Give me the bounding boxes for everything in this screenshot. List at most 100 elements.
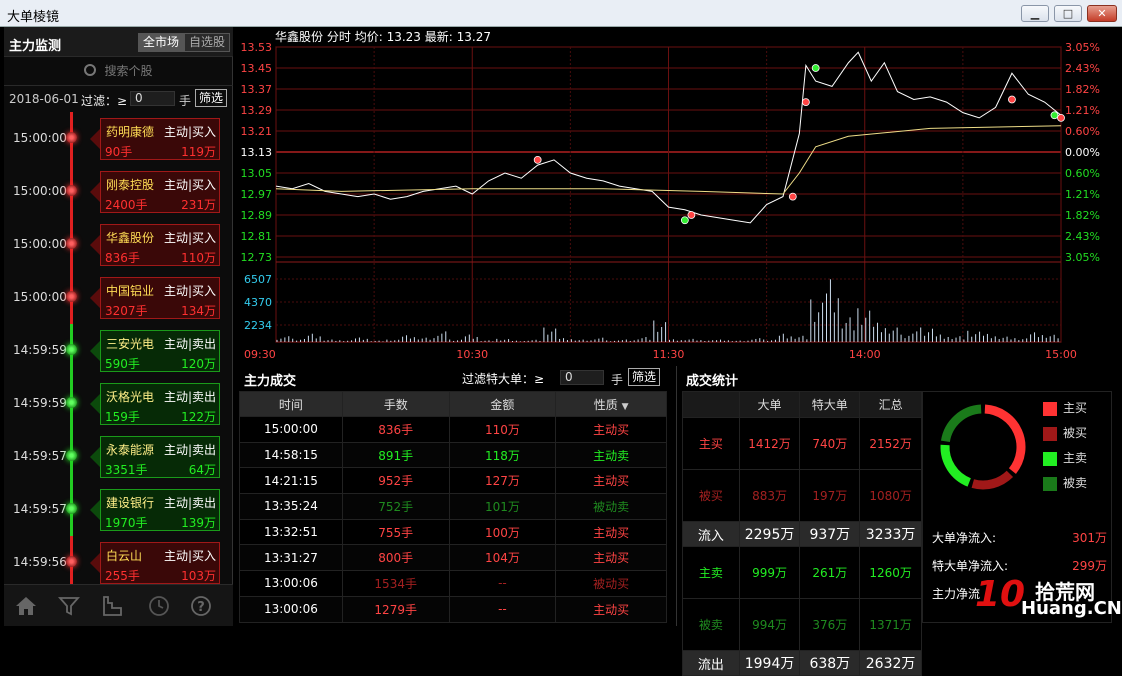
timeline-row[interactable]: 14:59:59 三安光电 主动|卖出 590手 120万: [4, 324, 233, 377]
timeline-dot: [66, 132, 77, 143]
search-placeholder: 搜索个股: [104, 64, 153, 78]
trade-amount: --: [448, 595, 557, 623]
timeline-row[interactable]: 15:00:00 药明康德 主动|买入 90手 119万: [4, 112, 233, 165]
card-pointer: [90, 182, 100, 202]
chart-canvas: 13.53 3.05% 13.45 2.43% 13.37 1.82% 13.29 1.21%…: [241, 41, 1100, 361]
card-volume: 255手: [105, 569, 140, 583]
card-volume: 2400手: [105, 198, 148, 212]
order-card[interactable]: 华鑫股份 主动|买入 836手 110万: [100, 224, 220, 266]
trade-time: 15:00:00: [239, 416, 343, 443]
buy-marker[interactable]: [1008, 95, 1016, 104]
sell-marker[interactable]: [1050, 111, 1059, 120]
col-kind[interactable]: 性质 ▼: [555, 391, 667, 417]
chart-icon[interactable]: [100, 594, 124, 618]
stats-total: 2152万: [859, 417, 922, 470]
stats-huge: 740万: [799, 417, 861, 470]
tab-all-market[interactable]: 全市场: [138, 33, 184, 52]
stats-big: 1994万: [738, 650, 801, 676]
buy-marker[interactable]: [1057, 113, 1065, 122]
order-card[interactable]: 三安光电 主动|卖出 590手 120万: [100, 330, 220, 372]
time-tick: 14:00: [849, 348, 881, 361]
timeline-row[interactable]: 14:59:57 建设银行 主动|卖出 1970手 139万: [4, 483, 233, 536]
trade-row[interactable]: 13:32:51 755手 100万 主动买: [239, 518, 667, 546]
help-icon[interactable]: ?: [189, 594, 213, 618]
order-card[interactable]: 建设银行 主动|卖出 1970手 139万: [100, 489, 220, 531]
stats-huge: 261万: [799, 546, 861, 599]
clock-icon[interactable]: [147, 594, 171, 618]
stats-col-blank: [682, 391, 740, 418]
order-card[interactable]: 白云山 主动|买入 255手 103万: [100, 542, 220, 584]
legend-swatch: [1043, 401, 1057, 416]
trade-filter-unit: 手: [611, 373, 624, 387]
stats-huge: 638万: [799, 650, 861, 676]
search-icon: [84, 64, 97, 76]
stock-search[interactable]: 搜索个股: [4, 57, 233, 86]
timeline-row[interactable]: 14:59:57 永泰能源 主动|卖出 3351手 64万: [4, 430, 233, 483]
trade-row[interactable]: 13:35:24 752手 101万 被动卖: [239, 493, 667, 520]
tab-watchlist[interactable]: 自选股: [184, 33, 230, 52]
timeline-row[interactable]: 15:00:00 刚泰控股 主动|买入 2400手 231万: [4, 165, 233, 218]
filter-button[interactable]: 筛选: [195, 89, 228, 107]
trade-row[interactable]: 13:31:27 800手 104万 主动买: [239, 544, 667, 572]
trade-time: 13:31:27: [239, 544, 343, 572]
order-card[interactable]: 中国铝业 主动|买入 3207手 134万: [100, 277, 220, 319]
pct-tick: 0.60%: [1065, 167, 1100, 180]
home-icon[interactable]: [14, 594, 38, 618]
timeline-row[interactable]: 14:59:59 沃格光电 主动|卖出 159手 122万: [4, 377, 233, 430]
legend-swatch: [1043, 451, 1057, 466]
trade-row[interactable]: 14:21:15 952手 127万 主动买: [239, 467, 667, 495]
trade-volume: 752手: [341, 493, 450, 520]
minimize-button[interactable]: ▁: [1021, 5, 1049, 22]
card-order-type: 主动|卖出: [163, 337, 216, 351]
intraday-chart[interactable]: 华鑫股份 分时 均价: 13.23 最新: 13.27 13.53 3.05% 13…: [235, 27, 1121, 363]
net-inflow-label: 大单净流入:: [932, 531, 997, 545]
trade-row[interactable]: 13:00:06 1534手 -- 被动买: [239, 570, 667, 597]
col-time[interactable]: 时间: [239, 391, 343, 417]
filter-icon[interactable]: [57, 594, 81, 618]
trade-filter-input[interactable]: 0: [560, 370, 604, 385]
trade-filter-button[interactable]: 筛选: [628, 368, 661, 386]
buy-marker[interactable]: [687, 211, 696, 219]
trade-row[interactable]: 13:00:06 1279手 -- 主动买: [239, 595, 667, 623]
timeline-row[interactable]: 15:00:00 中国铝业 主动|买入 3207手 134万: [4, 271, 233, 324]
timeline-row[interactable]: 15:00:00 华鑫股份 主动|买入 836手 110万: [4, 218, 233, 271]
sell-marker[interactable]: [680, 216, 689, 225]
trade-volume: 952手: [341, 467, 450, 495]
price-tick: 13.21: [241, 125, 273, 138]
timeline-dot: [66, 344, 77, 355]
order-card[interactable]: 沃格光电 主动|卖出 159手 122万: [100, 383, 220, 425]
trade-time: 13:00:06: [239, 595, 343, 623]
price-tick: 13.13: [241, 146, 273, 159]
buy-marker[interactable]: [533, 155, 542, 164]
col-amount[interactable]: 金额: [448, 391, 557, 417]
trade-time: 13:00:06: [239, 570, 343, 597]
timeline-row[interactable]: 14:59:56 白云山 主动|买入 255手 103万: [4, 536, 233, 584]
buy-marker[interactable]: [801, 98, 810, 107]
trade-row[interactable]: 15:00:00 836手 110万 主动买: [239, 416, 667, 443]
trade-volume: 1534手: [341, 570, 450, 597]
timeline-time: 14:59:56: [13, 555, 67, 569]
volume-tick: 4370: [244, 296, 272, 309]
close-button[interactable]: ✕: [1087, 5, 1117, 22]
card-order-type: 主动|买入: [163, 284, 216, 298]
card-pointer: [90, 394, 100, 414]
pct-tick: 0.60%: [1065, 125, 1100, 138]
filter-input[interactable]: 0: [130, 91, 175, 106]
pct-tick: 3.05%: [1065, 251, 1100, 264]
donut-slice-active-buy: [984, 404, 1026, 474]
buy-marker[interactable]: [788, 192, 797, 201]
card-stock-name: 永泰能源: [106, 443, 155, 457]
stats-total: 1080万: [859, 469, 922, 522]
trade-row[interactable]: 14:58:15 891手 118万 主动卖: [239, 441, 667, 469]
order-card[interactable]: 刚泰控股 主动|买入 2400手 231万: [100, 171, 220, 213]
timeline-time: 15:00:00: [13, 290, 67, 304]
pct-tick: 1.82%: [1065, 209, 1100, 222]
order-card[interactable]: 永泰能源 主动|卖出 3351手 64万: [100, 436, 220, 478]
card-amount: 122万: [181, 410, 216, 424]
order-card[interactable]: 药明康德 主动|买入 90手 119万: [100, 118, 220, 160]
col-volume[interactable]: 手数: [341, 391, 450, 417]
card-amount: 119万: [181, 145, 216, 159]
maximize-button[interactable]: □: [1054, 5, 1082, 22]
card-amount: 139万: [181, 516, 216, 530]
sell-marker[interactable]: [811, 64, 820, 72]
